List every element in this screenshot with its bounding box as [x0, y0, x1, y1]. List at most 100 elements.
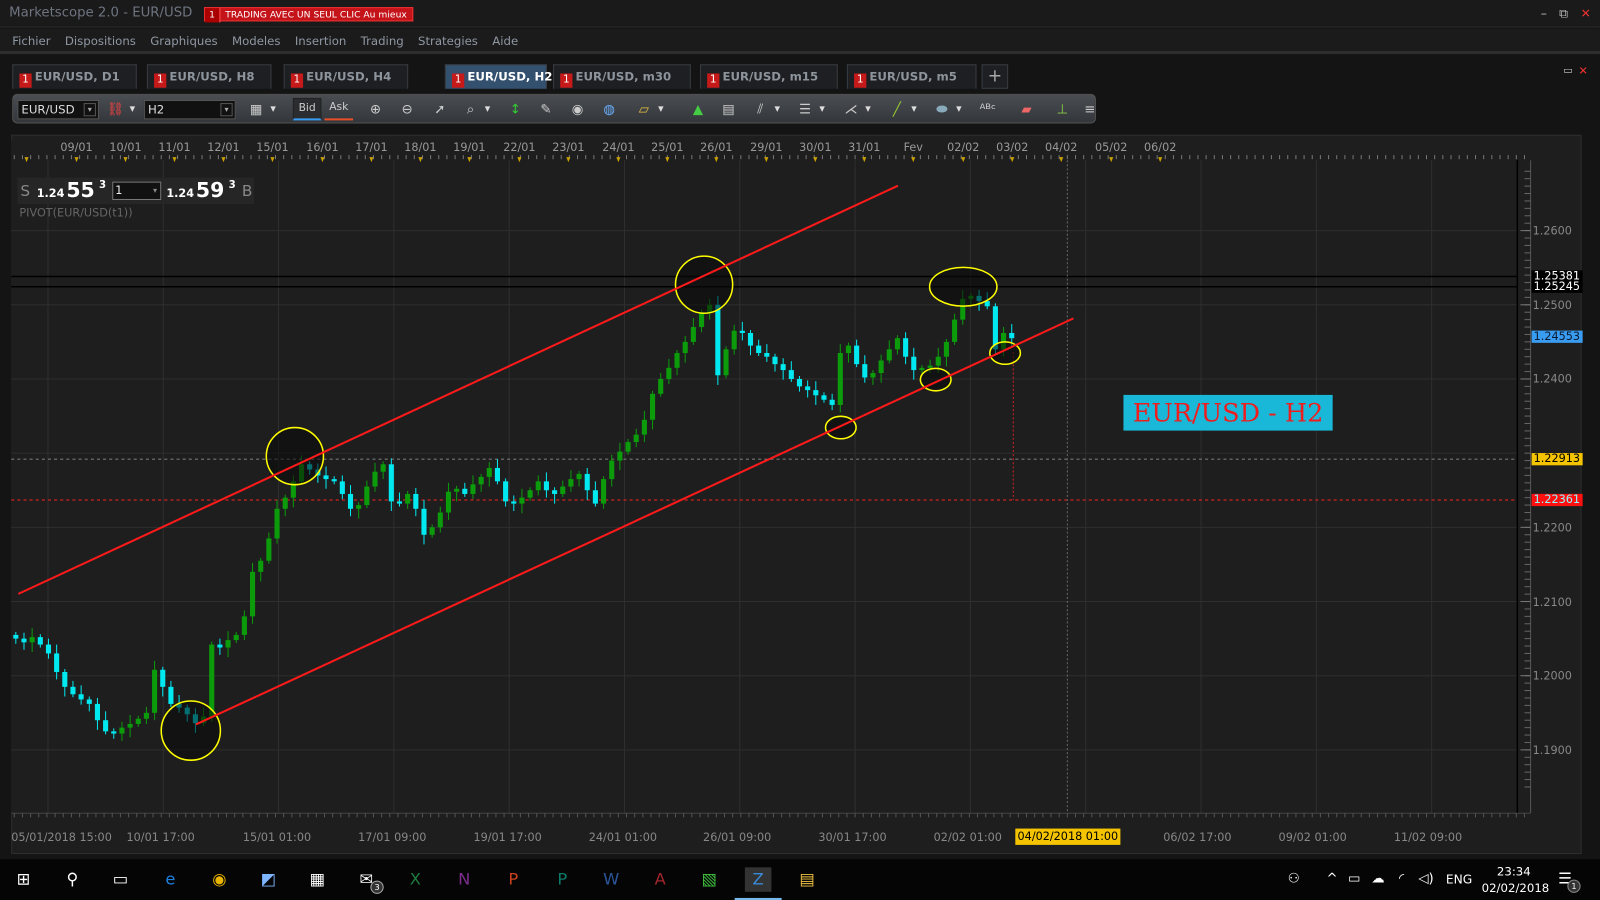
candle [641, 419, 647, 435]
notifications-icon[interactable]: ☰ 1 [1558, 869, 1581, 893]
amount-input[interactable]: 1 ▾ [112, 181, 162, 200]
price-marker-badge: 1.22361 [1531, 493, 1583, 507]
chevron-down-icon[interactable]: ▾ [153, 183, 157, 199]
candle [62, 671, 68, 687]
onenote-icon[interactable]: N [451, 867, 478, 891]
date-tick-label: 03/02 [996, 141, 1028, 154]
clock-time[interactable]: 23:34 [1497, 864, 1531, 878]
language-indicator[interactable]: ENG [1446, 872, 1472, 886]
sell-price-fraction: 3 [98, 179, 107, 191]
app-icon[interactable]: ◩ [255, 867, 282, 891]
battery-icon[interactable]: ▭ [1348, 871, 1361, 886]
candle [854, 345, 860, 365]
candle [225, 640, 231, 648]
indicator-label[interactable]: PIVOT(EUR/USD(t1)) [19, 206, 132, 219]
candle [625, 442, 631, 452]
candle [821, 395, 827, 400]
candle [217, 644, 223, 648]
time-tick-label: 05/01/2018 15:00 [11, 830, 112, 844]
price-tick-label: 1.2100 [1532, 595, 1572, 609]
chart-annotation-label[interactable]: EUR/USD - H2 [1123, 394, 1333, 431]
time-tick-label: 15/01 01:00 [242, 830, 312, 844]
task-view-icon[interactable]: ▭ [107, 867, 134, 891]
candle [339, 481, 345, 494]
calendar-icon[interactable]: ▦ [304, 867, 331, 891]
search-icon[interactable]: ⚲ [59, 867, 86, 891]
price-tick-label: 1.2500 [1532, 298, 1572, 312]
highlight-ellipse[interactable] [824, 415, 857, 440]
excel-icon[interactable]: X [402, 867, 429, 891]
clock-date[interactable]: 02/02/2018 [1482, 881, 1550, 895]
candle [576, 473, 582, 480]
candle [421, 508, 427, 535]
onedrive-icon[interactable]: ☁ [1371, 871, 1384, 886]
powerpoint-icon[interactable]: P [500, 867, 527, 891]
candle [592, 490, 598, 504]
sell-label[interactable]: S [20, 182, 30, 200]
candle [503, 481, 509, 502]
time-tick-label: 10/01 17:00 [126, 830, 195, 844]
price-axis [1517, 160, 1531, 814]
candle [54, 653, 60, 672]
candle [266, 538, 272, 561]
edge-icon[interactable]: e [157, 867, 184, 891]
highlight-ellipse[interactable] [160, 700, 222, 761]
date-tick-label: 10/01 [109, 141, 141, 154]
publisher-icon[interactable]: P [549, 867, 576, 891]
candle [731, 330, 737, 350]
candle [690, 327, 696, 342]
candle [543, 481, 549, 491]
candle [674, 353, 680, 368]
buy-price-pips[interactable]: 59 [196, 178, 224, 202]
mail-badge: 3 [370, 880, 384, 894]
sell-price-big[interactable]: 1.24 [37, 187, 65, 200]
candle [952, 319, 958, 342]
people-icon[interactable]: ⚇ [1288, 871, 1300, 886]
candle [772, 356, 778, 365]
word-icon[interactable]: W [598, 867, 625, 891]
highlight-ellipse[interactable] [928, 266, 998, 307]
candle [356, 505, 362, 509]
show-hidden-icon[interactable]: ^ [1327, 871, 1338, 886]
candle [658, 378, 664, 394]
candle [862, 364, 868, 378]
sell-price-pips[interactable]: 55 [66, 178, 94, 202]
candle [429, 527, 435, 535]
candle [829, 399, 835, 405]
time-tick-label: 24/01 01:00 [588, 830, 658, 844]
candle [649, 393, 656, 420]
candle [845, 345, 852, 354]
wifi-icon[interactable]: ◜ [1399, 871, 1404, 886]
volume-icon[interactable]: ◁) [1418, 871, 1433, 886]
candle [78, 694, 84, 700]
price-tick-label: 1.2600 [1532, 224, 1572, 238]
buy-price-big[interactable]: 1.24 [166, 187, 194, 200]
access-icon[interactable]: A [647, 867, 674, 891]
candle [258, 560, 264, 572]
date-tick-label: 17/01 [355, 141, 387, 154]
buy-price-fraction: 3 [228, 179, 236, 191]
candle [584, 473, 590, 491]
mail-icon[interactable]: ✉ 3 [353, 867, 384, 894]
marketscope-icon[interactable]: Z [734, 867, 782, 900]
file-explorer-icon[interactable]: ▤ [794, 867, 821, 891]
candle [837, 353, 843, 405]
price-marker-badge: 1.24553 [1531, 330, 1583, 343]
date-tick-label: 12/01 [207, 141, 239, 154]
buy-label[interactable]: B [242, 182, 253, 200]
candle [878, 360, 884, 374]
candle [682, 341, 688, 354]
candle [666, 367, 672, 379]
candle [152, 669, 158, 713]
price-chart[interactable]: 09/01 10/01 11/01 12/01 15/01 16/01 17/01 18/01… [0, 0, 1600, 900]
date-tick-label: 18/01 [404, 141, 436, 154]
taskbar: ⊞ ⚲ ▭ e ◉ ◩ ▦ ✉ 3 X N P P W A ▧ Z ▤ ⚇ ^ ▭ ☁ ◜ ◁) ENG 23:34 02/02/2… [0, 859, 1600, 900]
candle [796, 378, 803, 387]
chrome-icon[interactable]: ◉ [206, 867, 233, 891]
color-app-icon[interactable]: ▧ [696, 867, 723, 891]
candle [870, 373, 876, 378]
date-tick-label: 22/01 [503, 141, 535, 154]
date-tick-label: 23/01 [552, 141, 584, 154]
date-tick-label: 30/01 [799, 141, 831, 154]
start-icon[interactable]: ⊞ [10, 867, 37, 891]
